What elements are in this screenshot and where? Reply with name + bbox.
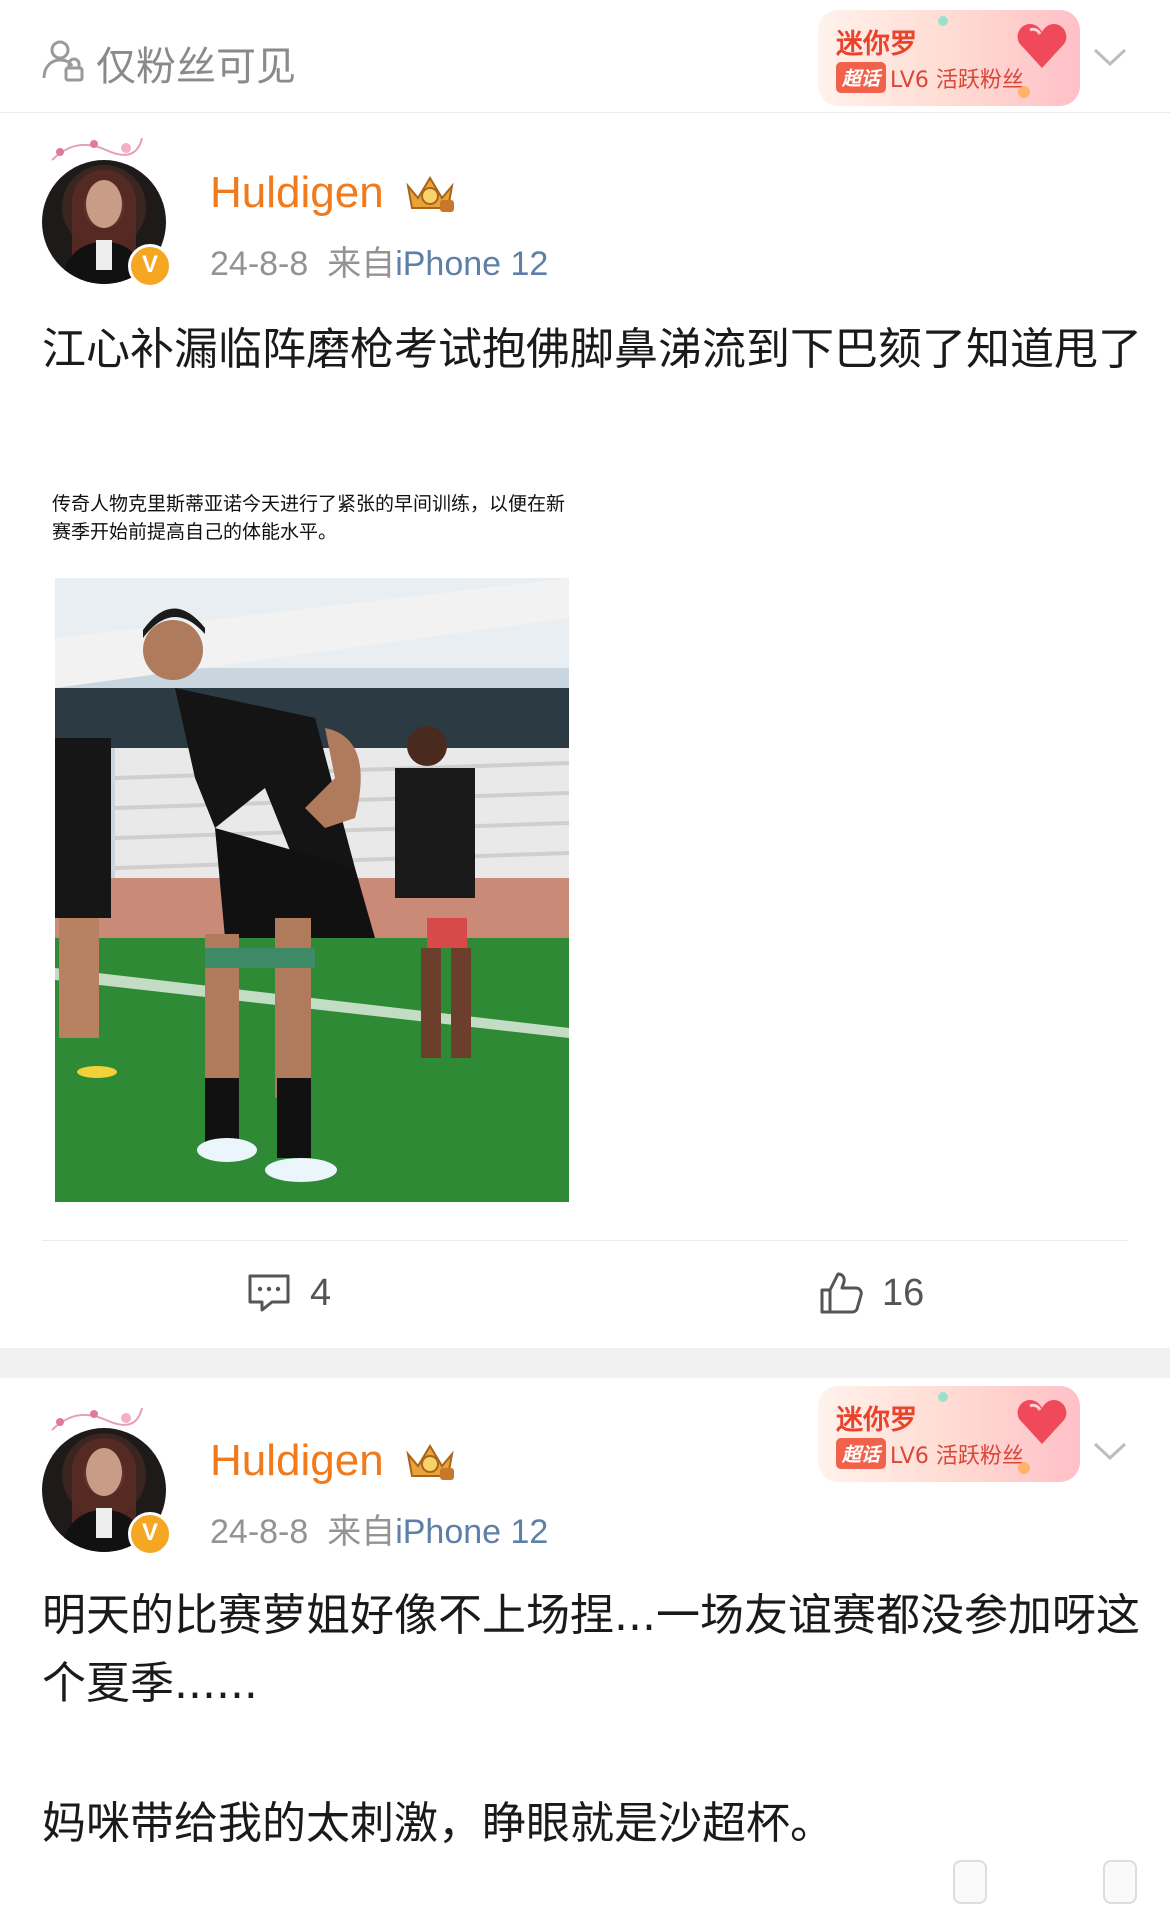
chevron-down-icon[interactable] — [1092, 1440, 1128, 1462]
divider — [42, 1240, 1128, 1241]
scroll-handle[interactable] — [953, 1860, 987, 1904]
lock-people-icon — [40, 38, 84, 82]
fan-badge-name: 迷你罗 — [836, 1405, 917, 1436]
sparkle-decoration — [938, 1392, 948, 1402]
fan-badge-level: LV6 活跃粉丝 — [890, 1444, 1024, 1469]
source-prefix: 来自 — [327, 245, 396, 283]
sparkle-decoration — [1018, 86, 1030, 98]
post-date: 24-8-8 — [210, 1513, 309, 1551]
post-meta: 24-8-8 来自iPhone 12 — [210, 1504, 548, 1553]
supertopic-fan-badge[interactable]: 迷你罗 超话 LV6 活跃粉丝 — [818, 10, 1080, 106]
crown-medal-icon — [406, 176, 454, 212]
verified-badge: V — [128, 1512, 172, 1556]
post-image[interactable] — [55, 578, 569, 1202]
thumbs-up-icon — [820, 1272, 863, 1314]
sparkle-decoration — [938, 16, 948, 26]
supertopic-fan-badge[interactable]: 迷你罗 超话 LV6 活跃粉丝 — [818, 1386, 1080, 1482]
fan-badge-name: 迷你罗 — [836, 29, 917, 60]
scroll-handle[interactable] — [1103, 1860, 1137, 1904]
post-text: 江心补漏临阵磨枪考试抱佛脚鼻涕流到下巴颏了知道甩了 — [42, 324, 1142, 375]
post-source[interactable]: iPhone 12 — [395, 245, 548, 283]
post-source[interactable]: iPhone 12 — [395, 1513, 548, 1551]
verified-badge: V — [128, 244, 172, 288]
like-count: 16 — [882, 1272, 925, 1314]
post-visibility-bar: 仅粉丝可见 迷你罗 超话 LV6 活跃粉丝 — [0, 0, 1170, 113]
chevron-down-icon[interactable] — [1092, 46, 1128, 68]
crown-medal-icon — [406, 1444, 454, 1480]
heart-gem-icon — [1017, 1400, 1067, 1444]
visibility-label: 仅粉丝可见 — [96, 44, 296, 90]
post-text: 妈咪带给我的太刺激，睁眼就是沙超杯。 — [42, 1798, 834, 1849]
comment-icon — [248, 1274, 290, 1312]
heart-gem-icon — [1017, 24, 1067, 68]
fan-badge-tag: 超话 — [836, 62, 887, 93]
image-caption: 传奇人物克里斯蒂亚诺今天进行了紧张的早间训练，以便在新赛季开始前提高自己的体能水… — [52, 493, 566, 543]
sparkle-decoration — [1018, 1462, 1030, 1474]
username[interactable]: Huldigen — [210, 168, 384, 218]
feed-separator — [0, 1348, 1170, 1378]
fan-badge-level: LV6 活跃粉丝 — [890, 68, 1024, 93]
post-text: 明天的比赛萝姐好像不上场捏...一场友谊赛都没参加呀这个夏季...... — [42, 1590, 1140, 1709]
username[interactable]: Huldigen — [210, 1436, 384, 1486]
source-prefix: 来自 — [327, 1513, 396, 1551]
post-meta: 24-8-8 来自iPhone 12 — [210, 236, 548, 285]
comment-count: 4 — [310, 1272, 332, 1314]
fan-badge-tag: 超话 — [836, 1438, 887, 1469]
post-date: 24-8-8 — [210, 245, 309, 283]
